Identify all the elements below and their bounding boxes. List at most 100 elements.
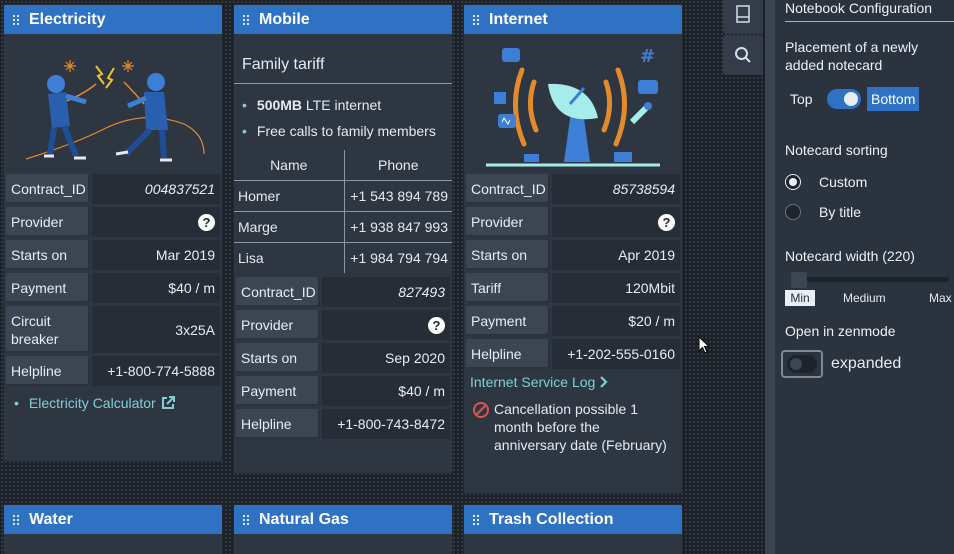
list-item: Free calls to family members — [242, 118, 452, 144]
card-header[interactable]: Mobile — [234, 5, 452, 34]
sorting-label: Notecard sorting — [785, 142, 888, 158]
help-icon[interactable]: ? — [658, 213, 675, 231]
slider-track[interactable] — [791, 277, 949, 282]
table-cell: Marge — [234, 211, 345, 243]
field-value[interactable]: 3x25A — [92, 306, 220, 353]
field-value[interactable]: 004837521 — [92, 174, 220, 204]
slider-thumb[interactable] — [791, 272, 807, 288]
notecard-internet[interactable]: Internet # Contract_ID 85738594 Provider… — [463, 4, 683, 494]
feature-text: LTE internet — [302, 97, 382, 113]
radio-label[interactable]: By title — [819, 203, 861, 221]
field-label: Contract_ID — [236, 277, 320, 307]
card-header[interactable]: Trash Collection — [464, 505, 682, 534]
field-value[interactable]: ? — [552, 207, 680, 237]
drag-grip-icon[interactable] — [472, 513, 480, 526]
external-link-icon[interactable] — [160, 395, 176, 411]
slider-medium-label: Medium — [843, 291, 886, 305]
table-row: Homer +1 543 894 789 — [234, 180, 452, 212]
field-list: Contract_ID 004837521 Provider? Starts on… — [4, 174, 222, 386]
card-header[interactable]: Electricity — [4, 5, 222, 34]
drag-grip-icon[interactable] — [12, 513, 20, 526]
field-label: Contract_ID — [6, 174, 90, 204]
card-header[interactable]: Water — [4, 505, 222, 534]
sorting-option-by-title[interactable]: By title — [785, 203, 954, 221]
chevron-right-icon[interactable] — [599, 376, 609, 388]
field-value[interactable]: $20 / m — [552, 306, 680, 336]
toggle-track[interactable] — [787, 355, 817, 373]
field-row-helpline: Helpline +1-202-555-0160 — [466, 339, 680, 369]
field-value[interactable]: +1-800-743-8472 — [322, 409, 450, 439]
field-value[interactable]: $40 / m — [322, 376, 450, 406]
field-value[interactable]: $40 / m — [92, 273, 220, 303]
help-icon[interactable]: ? — [428, 316, 445, 334]
field-value[interactable]: ? — [322, 310, 450, 340]
field-value[interactable]: +1-202-555-0160 — [552, 339, 680, 369]
field-row-contract-id: Contract_ID 85738594 — [466, 174, 680, 204]
card-title: Natural Gas — [259, 510, 349, 528]
electricity-calculator-link[interactable]: Electricity Calculator — [29, 395, 156, 411]
notecard-trash-collection[interactable]: Trash Collection — [463, 504, 683, 554]
search-button[interactable] — [723, 35, 763, 75]
mouse-cursor-icon — [698, 336, 711, 354]
field-value[interactable]: Apr 2019 — [552, 240, 680, 270]
field-row-contract-id: Contract_ID 004837521 — [6, 174, 220, 204]
field-value[interactable]: 120Mbit — [552, 273, 680, 303]
card-title: Mobile — [259, 10, 310, 28]
notecard-electricity[interactable]: Electricity Contract_ID 004837521 Provid… — [3, 4, 223, 462]
field-value[interactable]: 85738594 — [552, 174, 680, 204]
width-slider[interactable]: Min Medium Max — [785, 270, 954, 310]
placement-top-label[interactable]: Top — [790, 90, 822, 108]
notecard-natural-gas[interactable]: Natural Gas — [233, 504, 453, 554]
radio-custom[interactable] — [785, 174, 801, 190]
field-value[interactable]: 827493 — [322, 277, 450, 307]
column-header: Name — [234, 150, 345, 181]
field-label: Tariff — [466, 273, 550, 303]
field-label: Circuit breaker — [6, 306, 90, 353]
document-button[interactable] — [723, 0, 763, 34]
link-list: • Electricity Calculator — [4, 389, 222, 411]
feature-list: 500MB LTE internet Free calls to family … — [234, 84, 452, 150]
table-row: Marge +1 938 847 993 — [234, 211, 452, 243]
card-header[interactable]: Internet — [464, 5, 682, 34]
drag-grip-icon[interactable] — [12, 13, 20, 26]
help-icon[interactable]: ? — [198, 213, 215, 231]
drag-grip-icon[interactable] — [242, 13, 250, 26]
table-header-row: Name Phone — [234, 150, 452, 181]
field-value[interactable]: Mar 2019 — [92, 240, 220, 270]
field-row-payment: Payment $20 / m — [466, 306, 680, 336]
drag-grip-icon[interactable] — [242, 513, 250, 526]
field-value[interactable]: +1-800-774-5888 — [92, 356, 220, 386]
sorting-option-custom[interactable]: Custom — [785, 173, 954, 191]
drag-grip-icon[interactable] — [472, 13, 480, 26]
internet-service-log-link[interactable]: Internet Service Log — [470, 374, 595, 390]
field-row-payment: Payment $40 / m — [6, 273, 220, 303]
field-value[interactable]: Sep 2020 — [322, 343, 450, 373]
field-row-payment: Payment $40 / m — [236, 376, 450, 406]
field-row-provider: Provider? — [236, 310, 450, 340]
radio-label[interactable]: Custom — [819, 173, 867, 191]
service-log-link-row: Internet Service Log — [464, 372, 682, 390]
field-row-provider: Provider? — [466, 207, 680, 237]
forbidden-icon — [473, 402, 489, 418]
zenmode-toggle-label[interactable]: expanded — [831, 355, 901, 373]
electricity-illustration — [4, 34, 222, 174]
placement-label: Placement of a newly added notecard — [785, 39, 919, 73]
field-label: Starts on — [6, 240, 90, 270]
card-subtitle: Family tariff — [234, 34, 452, 84]
field-row-circuit-breaker: Circuit breaker 3x25A — [6, 306, 220, 353]
placement-bottom-label[interactable]: Bottom — [867, 87, 920, 111]
radio-by-title[interactable] — [785, 204, 801, 220]
field-row-helpline: Helpline +1-800-774-5888 — [6, 356, 220, 386]
document-icon — [736, 5, 750, 23]
notecard-mobile[interactable]: Mobile Family tariff 500MB LTE internet … — [233, 4, 453, 474]
placement-toggle[interactable] — [827, 89, 861, 109]
card-header[interactable]: Natural Gas — [234, 505, 452, 534]
field-row-starts-on: Starts on Mar 2019 — [6, 240, 220, 270]
field-label: Provider — [466, 207, 550, 237]
field-label: Contract_ID — [466, 174, 550, 204]
field-value[interactable]: ? — [92, 207, 220, 237]
field-label: Starts on — [466, 240, 550, 270]
panel-resize-handle[interactable] — [765, 0, 775, 554]
zenmode-toggle[interactable] — [781, 350, 823, 378]
notecard-water[interactable]: Water — [3, 504, 223, 554]
